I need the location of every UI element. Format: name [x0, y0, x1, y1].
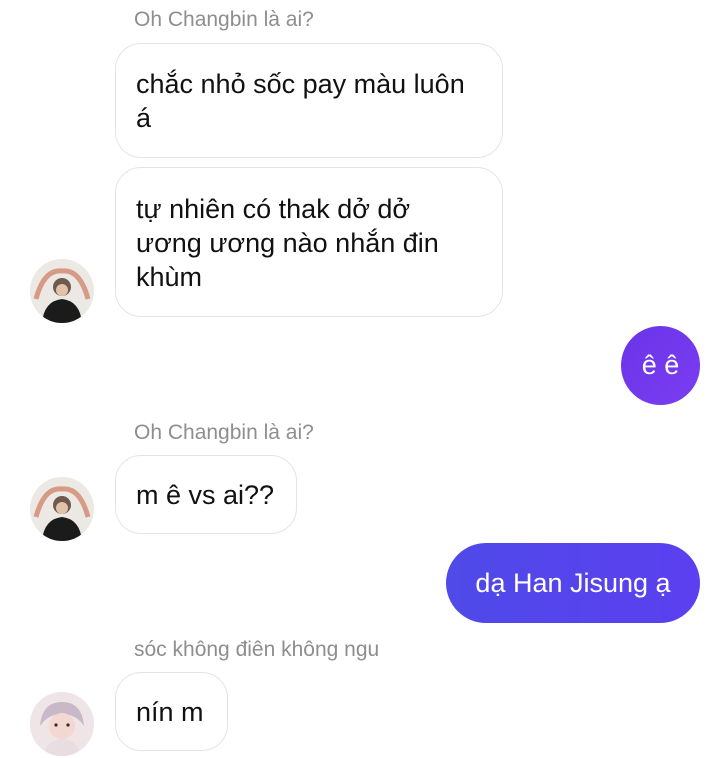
message-bubble-incoming[interactable]: nín m — [115, 672, 228, 751]
sender-name: Oh Changbin là ai? — [134, 421, 314, 444]
profile-photo-icon — [30, 259, 94, 323]
message-text: chắc nhỏ sốc pay màu luôn á — [136, 69, 465, 133]
message-text: tự nhiên có thak dở dở ương ương nào nhắ… — [136, 194, 439, 292]
message-bubble-outgoing[interactable]: dạ Han Jisung ạ — [446, 543, 700, 623]
avatar[interactable] — [30, 259, 94, 323]
avatar[interactable] — [30, 692, 94, 756]
profile-photo-icon — [30, 692, 94, 756]
message-bubble-incoming[interactable]: tự nhiên có thak dở dở ương ương nào nhắ… — [115, 167, 503, 317]
message-bubble-incoming[interactable]: chắc nhỏ sốc pay màu luôn á — [115, 43, 503, 158]
message-text: m ê vs ai?? — [136, 480, 275, 510]
message-text: dạ Han Jisung ạ — [475, 568, 671, 598]
sender-name: Oh Changbin là ai? — [134, 8, 314, 31]
profile-photo-icon — [30, 477, 94, 541]
message-bubble-outgoing[interactable]: ê ê — [621, 326, 700, 405]
message-bubble-incoming[interactable]: m ê vs ai?? — [115, 455, 297, 534]
avatar[interactable] — [30, 477, 94, 541]
message-text: ê ê — [641, 350, 680, 380]
sender-name: sóc không điên không ngu — [134, 638, 380, 661]
message-text: nín m — [136, 697, 204, 727]
